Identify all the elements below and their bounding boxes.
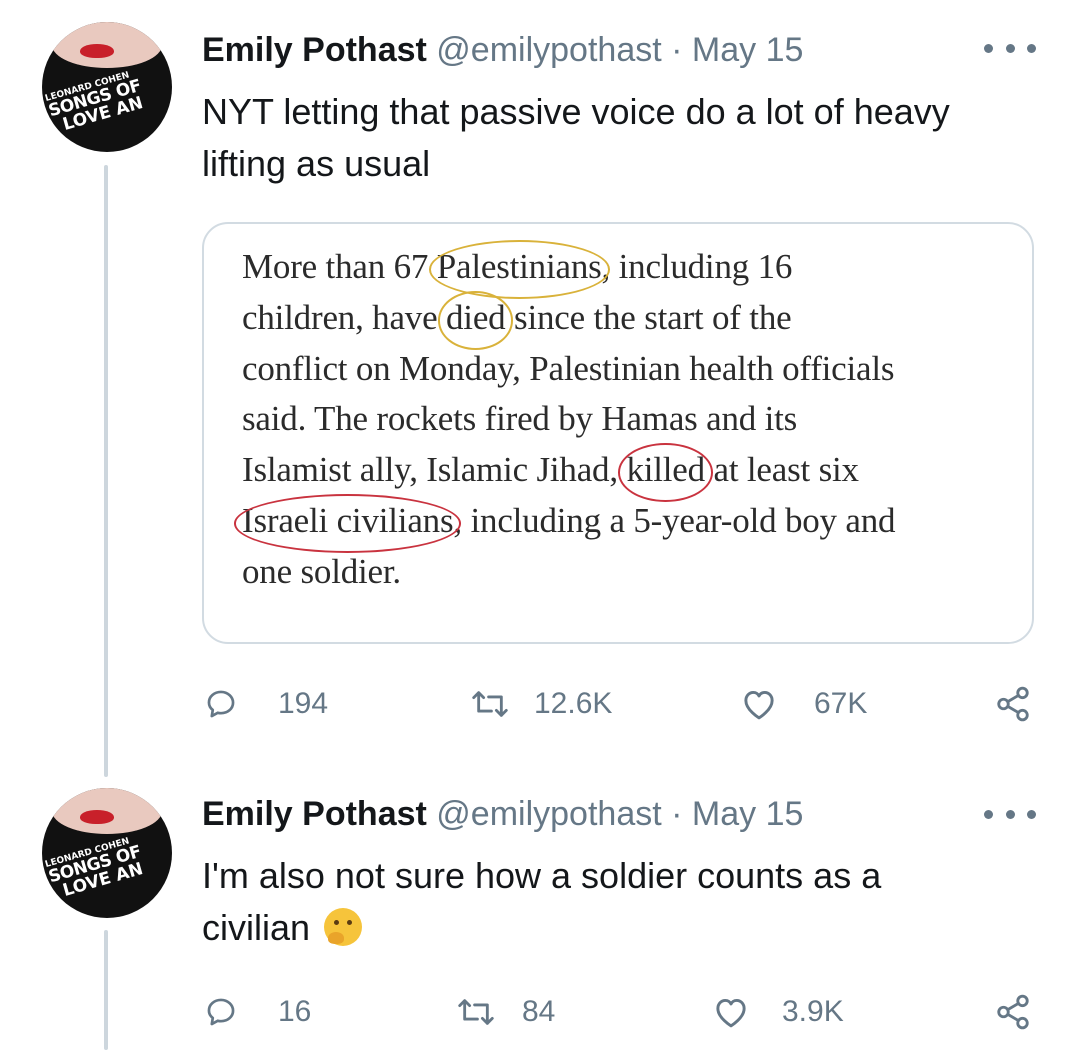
reply-button[interactable]: 16: [204, 990, 311, 1034]
share-icon: [997, 994, 1029, 1030]
avatar-shirt-text: LEONARD COHEN SONGS OF LOVE AN: [44, 836, 146, 901]
reply-count: 194: [278, 687, 329, 720]
display-name[interactable]: Emily Pothast: [202, 795, 427, 833]
tweet-text: I'm also not sure how a soldier counts a…: [202, 855, 882, 948]
timestamp[interactable]: May 15: [692, 31, 804, 69]
red-circled-word: Israeli civilians: [233, 493, 462, 553]
avatar[interactable]: LEONARD COHEN SONGS OF LOVE AN: [42, 788, 172, 918]
avatar[interactable]: LEONARD COHEN SONGS OF LOVE AN: [42, 22, 172, 152]
gold-circled-word: died: [437, 290, 515, 350]
quote-image-text: More than 67 Palestinians, including 16 …: [233, 240, 1022, 598]
reply-button[interactable]: 194: [204, 682, 328, 726]
heart-icon: [716, 998, 746, 1028]
like-count: 3.9K: [782, 995, 844, 1028]
separator: ·: [671, 795, 683, 833]
retweet-icon: [472, 691, 508, 717]
quote-image-card[interactable]: More than 67 Palestinians, including 16 …: [202, 222, 1034, 644]
share-button[interactable]: [994, 682, 1032, 726]
reply-icon: [207, 690, 235, 718]
quote-line: children, have died since the start of t…: [242, 290, 1022, 350]
retweet-count: 12.6K: [534, 687, 613, 720]
handle[interactable]: @emilypothast: [436, 795, 661, 833]
quote-line: Israeli civilians, including a 5-year-ol…: [233, 493, 1022, 553]
gold-circled-word: Palestinians: [428, 240, 610, 299]
retweet-button[interactable]: 12.6K: [470, 682, 612, 726]
tweet-text: NYT letting that passive voice do a lot …: [202, 91, 950, 184]
tweet-header: Emily Pothast @emilypothast · May 15: [202, 30, 803, 70]
thinking-face-emoji: [324, 908, 363, 946]
heart-icon: [744, 690, 774, 720]
action-bar: 194 12.6K 67K: [0, 682, 1080, 726]
tweet-header: Emily Pothast @emilypothast · May 15: [202, 794, 803, 834]
quote-line: one soldier.: [242, 551, 401, 591]
retweet-button[interactable]: 84: [456, 990, 555, 1034]
reply-count: 16: [278, 995, 312, 1028]
quote-line: Islamist ally, Islamic Jihad, killed at …: [242, 443, 1022, 502]
timestamp[interactable]: May 15: [692, 795, 804, 833]
like-button[interactable]: 3.9K: [712, 990, 844, 1034]
share-icon: [997, 686, 1029, 722]
separator: ·: [671, 31, 683, 69]
quote-line: said. The rockets fired by Hamas and its: [242, 399, 798, 439]
avatar-lips: [80, 810, 114, 824]
quote-line: More than 67 Palestinians, including 16: [242, 240, 1022, 299]
retweet-icon: [458, 999, 494, 1025]
retweet-count: 84: [522, 995, 556, 1028]
like-button[interactable]: 67K: [740, 682, 867, 726]
like-count: 67K: [814, 687, 868, 720]
action-bar: 16 84 3.9K: [0, 990, 1080, 1034]
red-circled-word: killed: [618, 443, 713, 502]
quote-line: conflict on Monday, Palestinian health o…: [242, 348, 895, 388]
share-button[interactable]: [994, 990, 1032, 1034]
avatar-shirt-text: LEONARD COHEN SONGS OF LOVE AN: [44, 70, 146, 135]
avatar-lips: [80, 44, 114, 58]
display-name[interactable]: Emily Pothast: [202, 31, 427, 69]
more-options-icon[interactable]: [984, 38, 1036, 58]
handle[interactable]: @emilypothast: [436, 31, 661, 69]
more-options-icon[interactable]: [984, 804, 1036, 824]
reply-icon: [207, 998, 235, 1026]
